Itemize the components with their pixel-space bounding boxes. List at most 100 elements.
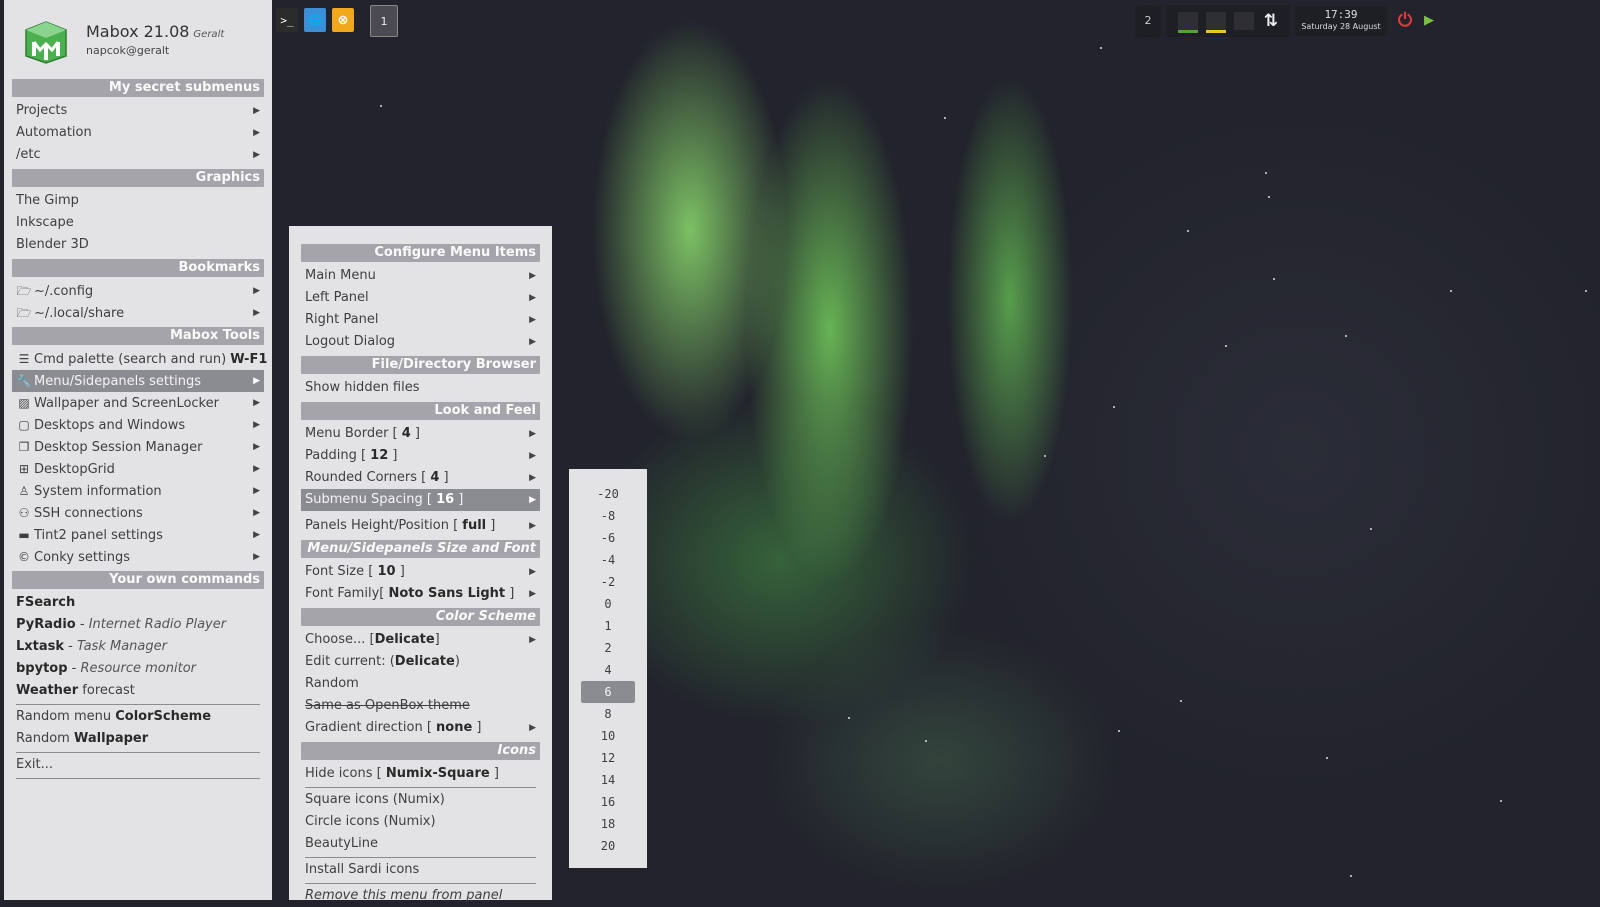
menu-item-random-colorscheme[interactable]: Random menu ColorScheme bbox=[12, 706, 264, 728]
menu-item-right-panel[interactable]: Right Panel ▶ bbox=[301, 309, 540, 331]
menu-item-weather[interactable]: Weather forecast bbox=[12, 680, 264, 702]
menu-item-font-family[interactable]: Font Family[ Noto Sans Light ] ▶ bbox=[301, 583, 540, 605]
separator bbox=[16, 778, 260, 779]
system-tray: ⇅ bbox=[1166, 5, 1290, 37]
menu-item-gradient[interactable]: Gradient direction [ none ] ▶ bbox=[301, 717, 540, 739]
menu-item-circle-icons[interactable]: Circle icons (Numix) bbox=[301, 811, 540, 833]
separator bbox=[305, 787, 536, 788]
power-icon[interactable]: ⏻ bbox=[1394, 8, 1416, 32]
menu-item-fsearch[interactable]: FSearch bbox=[12, 592, 264, 614]
menu-item-gimp[interactable]: The Gimp bbox=[12, 190, 264, 212]
chevron-right-icon: ▶ bbox=[529, 315, 536, 325]
copy-icon: ❐ bbox=[18, 440, 30, 454]
menu-item-border[interactable]: Menu Border [ 4 ] ▶ bbox=[301, 423, 540, 445]
menu-item-automation[interactable]: Automation ▶ bbox=[12, 122, 264, 144]
spacing-option[interactable]: 12 bbox=[581, 747, 635, 769]
spacing-option[interactable]: 1 bbox=[581, 615, 635, 637]
menu-item-pyradio[interactable]: PyRadio - Internet Radio Player bbox=[12, 614, 264, 636]
menu-item-wallpaper[interactable]: ▨ Wallpaper and ScreenLocker ▶ bbox=[12, 392, 264, 414]
workspace-1-button[interactable]: 1 bbox=[370, 5, 398, 37]
clock[interactable]: 17:39 Saturday 28 August bbox=[1295, 6, 1387, 36]
spacing-option[interactable]: -8 bbox=[581, 505, 635, 527]
menu-item-sysinfo[interactable]: ♙ System information ▶ bbox=[12, 480, 264, 502]
sliders-icon: ☰ bbox=[18, 352, 30, 366]
spacing-option[interactable]: 18 bbox=[581, 813, 635, 835]
menu-item-sidepanels-settings[interactable]: 🔧 Menu/Sidepanels settings ▶ bbox=[12, 370, 264, 392]
workspace-2-button[interactable]: 2 bbox=[1135, 5, 1161, 37]
spacing-option[interactable]: -6 bbox=[581, 527, 635, 549]
spacing-option[interactable]: 2 bbox=[581, 637, 635, 659]
spacing-option[interactable]: 20 bbox=[581, 835, 635, 857]
ubuntu-icon[interactable]: ⊗ bbox=[332, 8, 354, 32]
menu-item-ssh[interactable]: ⚇ SSH connections ▶ bbox=[12, 502, 264, 524]
spacing-option[interactable]: 16 bbox=[581, 791, 635, 813]
chevron-right-icon: ▶ bbox=[529, 589, 536, 599]
menu-item-exit[interactable]: Exit... bbox=[12, 754, 264, 776]
menu-item-desktops[interactable]: ▢ Desktops and Windows ▶ bbox=[12, 414, 264, 436]
menu-item-choose-scheme[interactable]: Choose... [Delicate] ▶ bbox=[301, 629, 540, 651]
menu-item-hidden-files[interactable]: Show hidden files bbox=[301, 377, 540, 399]
spacing-option[interactable]: 14 bbox=[581, 769, 635, 791]
separator bbox=[305, 883, 536, 884]
play-icon[interactable]: ▶ bbox=[1420, 8, 1438, 32]
menu-item-tint2[interactable]: ▬ Tint2 panel settings ▶ bbox=[12, 524, 264, 546]
menu-item-bpytop[interactable]: bpytop - Resource monitor bbox=[12, 658, 264, 680]
spacing-option[interactable]: -20 bbox=[581, 483, 635, 505]
browser-icon[interactable]: 🌐 bbox=[304, 8, 326, 32]
menu-item-main-menu[interactable]: Main Menu ▶ bbox=[301, 265, 540, 287]
separator bbox=[16, 752, 260, 753]
mem-graph-icon[interactable] bbox=[1206, 12, 1226, 33]
menu-item-random-scheme[interactable]: Random bbox=[301, 673, 540, 695]
swap-graph-icon[interactable] bbox=[1234, 12, 1254, 30]
section-title-graphics: Graphics bbox=[12, 169, 264, 187]
spacing-option[interactable]: 0 bbox=[581, 593, 635, 615]
menu-item-projects[interactable]: Projects ▶ bbox=[12, 100, 264, 122]
spacing-option[interactable]: -2 bbox=[581, 571, 635, 593]
menu-item-logout-dialog[interactable]: Logout Dialog ▶ bbox=[301, 331, 540, 353]
separator bbox=[16, 704, 260, 705]
menu-item-hide-icons[interactable]: Hide icons [ Numix-Square ] bbox=[301, 763, 540, 785]
menu-item-lxtask[interactable]: Lxtask - Task Manager bbox=[12, 636, 264, 658]
cpu-graph-icon[interactable] bbox=[1178, 12, 1198, 33]
menu-item-left-panel[interactable]: Left Panel ▶ bbox=[301, 287, 540, 309]
chevron-right-icon: ▶ bbox=[529, 451, 536, 461]
menu-item-submenu-spacing[interactable]: Submenu Spacing [ 16 ] ▶ bbox=[301, 489, 540, 511]
menu-item-random-wallpaper[interactable]: Random Wallpaper bbox=[12, 728, 264, 750]
conky-icon: © bbox=[18, 550, 30, 564]
spacing-option[interactable]: 8 bbox=[581, 703, 635, 725]
menu-header: Mabox 21.08 Geralt napcok@geralt bbox=[12, 0, 264, 76]
window-icon: ▢ bbox=[18, 418, 30, 432]
menu-item-panels-height[interactable]: Panels Height/Position [ full ] ▶ bbox=[301, 515, 540, 537]
chevron-right-icon: ▶ bbox=[253, 150, 260, 160]
menu-item-session[interactable]: ❐ Desktop Session Manager ▶ bbox=[12, 436, 264, 458]
menu-item-localshare[interactable]: 🗁 ~/.local/share ▶ bbox=[12, 302, 264, 324]
menu-item-config[interactable]: 🗁 ~/.config ▶ bbox=[12, 280, 264, 302]
menu-item-remove-menu[interactable]: Remove this menu from panel bbox=[301, 885, 540, 907]
clock-time: 17:39 bbox=[1324, 8, 1358, 21]
menu-item-padding[interactable]: Padding [ 12 ] ▶ bbox=[301, 445, 540, 467]
menu-item-square-icons[interactable]: Square icons (Numix) bbox=[301, 789, 540, 811]
spacing-option[interactable]: -4 bbox=[581, 549, 635, 571]
menu-item-desktopgrid[interactable]: ⊞ DesktopGrid ▶ bbox=[12, 458, 264, 480]
folder-icon: 🗁 bbox=[16, 306, 32, 320]
chevron-right-icon: ▶ bbox=[253, 398, 260, 408]
menu-item-cmd-palette[interactable]: ☰ Cmd palette (search and run) W-F1 bbox=[12, 348, 268, 370]
menu-item-install-sardi[interactable]: Install Sardi icons bbox=[301, 859, 540, 881]
spacing-option[interactable]: 10 bbox=[581, 725, 635, 747]
menu-item-rounded-corners[interactable]: Rounded Corners [ 4 ] ▶ bbox=[301, 467, 540, 489]
user-name: napcok@geralt bbox=[86, 44, 170, 57]
menu-item-inkscape[interactable]: Inkscape bbox=[12, 212, 264, 234]
spacing-option-selected[interactable]: 6 bbox=[581, 681, 635, 703]
terminal-icon[interactable]: >_ bbox=[276, 8, 298, 32]
spacing-option[interactable]: 4 bbox=[581, 659, 635, 681]
menu-item-beautyline[interactable]: BeautyLine bbox=[301, 833, 540, 855]
menu-item-edit-scheme[interactable]: Edit current: (Delicate) bbox=[301, 651, 540, 673]
menu-item-etc[interactable]: /etc ▶ bbox=[12, 144, 264, 166]
network-icon[interactable]: ⇅ bbox=[1260, 10, 1282, 32]
menu-item-conky[interactable]: © Conky settings ▶ bbox=[12, 546, 264, 568]
menu-item-blender[interactable]: Blender 3D bbox=[12, 234, 264, 256]
chevron-right-icon: ▶ bbox=[253, 420, 260, 430]
menu-item-font-size[interactable]: Font Size [ 10 ] ▶ bbox=[301, 561, 540, 583]
menu-item-same-openbox[interactable]: Same as OpenBox theme bbox=[301, 695, 540, 717]
clock-date: Saturday 28 August bbox=[1301, 22, 1381, 31]
